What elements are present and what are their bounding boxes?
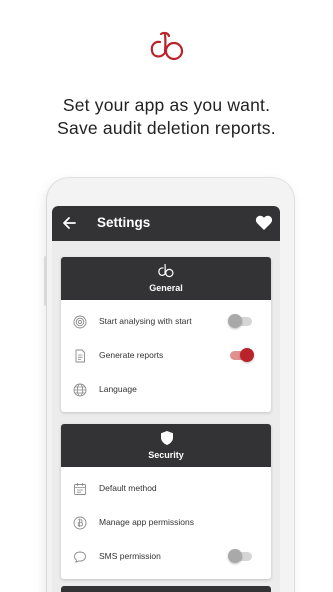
cb-logo-icon — [158, 263, 174, 278]
setting-label: Default method — [99, 483, 157, 493]
setting-label: SMS permission — [99, 551, 161, 561]
chat-bubble-icon — [74, 551, 86, 563]
app-bar: Settings — [52, 206, 280, 241]
cb-monogram-logo-icon — [150, 31, 184, 61]
phone-screen: Settings General Start analysing with st… — [52, 206, 280, 592]
app-bar-title: Settings — [97, 215, 151, 230]
start-analysing-toggle[interactable] — [228, 314, 252, 328]
promo-headline: Set your app as you want. Save audit del… — [0, 94, 333, 140]
headline-line-2: Save audit deletion reports. — [57, 118, 276, 138]
next-section-header — [61, 586, 271, 592]
setting-row-default-method[interactable]: Default method — [61, 472, 271, 506]
shield-icon — [161, 431, 173, 445]
target-icon — [73, 315, 87, 329]
security-section-header: Security — [61, 424, 271, 467]
setting-label: Start analysing with start — [99, 316, 192, 326]
bitcoin-icon — [73, 516, 87, 530]
toggle-knob — [228, 314, 242, 328]
setting-row-language[interactable]: Language — [61, 373, 271, 407]
generate-reports-toggle[interactable] — [230, 348, 254, 362]
calendar-icon — [74, 483, 86, 495]
general-section-header: General — [61, 257, 271, 300]
arrow-left-icon[interactable] — [61, 214, 77, 232]
document-icon — [75, 349, 85, 363]
setting-label: Generate reports — [99, 350, 164, 360]
general-settings-card: General Start analysing with start Gener… — [61, 257, 271, 412]
setting-label: Language — [99, 384, 137, 394]
setting-row-generate-reports[interactable]: Generate reports — [61, 339, 271, 373]
security-section-title: Security — [148, 450, 184, 460]
setting-row-manage-app-permissions[interactable]: Manage app permissions — [61, 506, 271, 540]
toggle-knob — [240, 348, 254, 362]
security-settings-card: Security Default method Manage app permi… — [61, 424, 271, 579]
setting-label: Manage app permissions — [99, 517, 194, 527]
setting-row-start-analysing[interactable]: Start analysing with start — [61, 305, 271, 339]
globe-icon — [73, 383, 87, 397]
heart-icon[interactable] — [255, 214, 273, 231]
general-section-title: General — [149, 283, 183, 293]
sms-permission-toggle[interactable] — [228, 549, 252, 563]
setting-row-sms-permission[interactable]: SMS permission — [61, 540, 271, 574]
headline-line-1: Set your app as you want. — [62, 95, 271, 115]
toggle-knob — [228, 549, 242, 563]
